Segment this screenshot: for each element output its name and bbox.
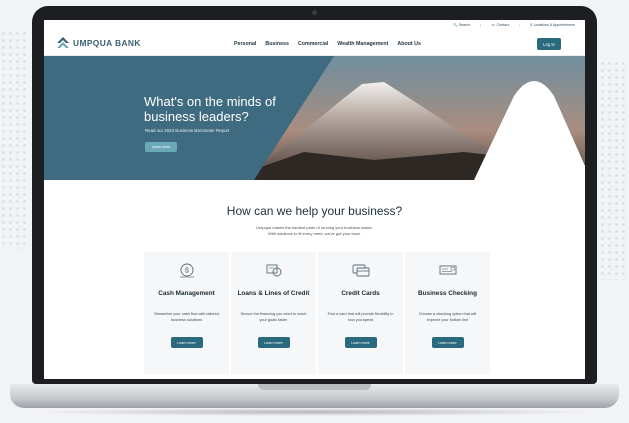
card-title: Credit Cards xyxy=(341,290,380,297)
card-description: Choose a checking option that will impro… xyxy=(418,312,477,322)
card-description: Streamline your cash flow with tailored … xyxy=(154,312,219,322)
card-description: Secure the financing you need to reach y… xyxy=(240,312,307,322)
utility-search-link[interactable]: 🔍 Search xyxy=(453,23,470,27)
decor-dots-right xyxy=(599,60,629,280)
card-title: Business Checking xyxy=(418,290,477,297)
hero-mountain-image xyxy=(44,56,585,180)
checking-icon xyxy=(439,265,456,275)
business-checking-learn-more-button[interactable]: Learn more xyxy=(431,337,464,348)
nav-commercial[interactable]: Commercial xyxy=(298,41,328,47)
card-title: Cash Management xyxy=(158,290,215,297)
hero-learn-more-button[interactable]: Learn more xyxy=(145,142,177,152)
loan-icon xyxy=(266,264,281,277)
laptop-notch xyxy=(258,384,371,390)
product-cards: $ Cash Management Streamline your cash f… xyxy=(144,252,490,374)
card-credit-cards: Credit Cards Find a card that will provi… xyxy=(318,252,403,374)
login-button[interactable]: Log In xyxy=(537,38,561,50)
help-description: Umpqua makes the hardest parts of runnin… xyxy=(256,225,373,236)
cash-management-learn-more-button[interactable]: Learn more xyxy=(170,337,203,348)
hero-banner: What's on the minds of business leaders?… xyxy=(44,56,585,180)
loans-learn-more-button[interactable]: Learn more xyxy=(257,337,290,348)
site-header: UMPQUA BANK Personal Business Commercial… xyxy=(44,33,585,56)
nav-wealth-management[interactable]: Wealth Management xyxy=(337,41,388,47)
help-heading: How can we help your business? xyxy=(226,204,403,218)
webcam xyxy=(312,10,317,15)
card-loans: Loans & Lines of Credit Secure the finan… xyxy=(231,252,316,374)
utility-contact-link[interactable]: ☏ Contact xyxy=(491,23,509,27)
brand-name: UMPQUA BANK xyxy=(73,38,141,48)
card-cash-management: $ Cash Management Streamline your cash f… xyxy=(144,252,229,374)
svg-text:$: $ xyxy=(185,268,189,275)
laptop-shadow xyxy=(30,408,599,416)
hero-subtitle-link[interactable]: Read our 2023 Business Barometer Report xyxy=(145,128,229,133)
credit-card-icon xyxy=(352,264,369,277)
card-description: Find a card that will provide flexibilit… xyxy=(327,312,394,322)
card-title: Loans & Lines of Credit xyxy=(237,290,310,297)
utility-bar: 🔍 Search | ☏ Contact | ⚲ Locations & App… xyxy=(453,23,575,27)
card-business-checking: Business Checking Choose a checking opti… xyxy=(405,252,490,374)
main-nav: Personal Business Commercial Wealth Mana… xyxy=(234,41,421,47)
nav-business[interactable]: Business xyxy=(265,41,289,47)
nav-personal[interactable]: Personal xyxy=(234,41,256,47)
hero-title: What's on the minds of business leaders? xyxy=(144,94,276,124)
umpqua-logo-icon xyxy=(57,37,69,48)
nav-about-us[interactable]: About Us xyxy=(397,41,421,47)
browser-screen: 🔍 Search | ☏ Contact | ⚲ Locations & App… xyxy=(44,20,585,379)
logo[interactable]: UMPQUA BANK xyxy=(57,37,141,49)
credit-cards-learn-more-button[interactable]: Learn more xyxy=(344,337,377,348)
decor-dots-left xyxy=(0,30,30,250)
utility-locations-link[interactable]: ⚲ Locations & Appointments xyxy=(530,23,575,27)
cash-icon: $ xyxy=(179,263,194,278)
